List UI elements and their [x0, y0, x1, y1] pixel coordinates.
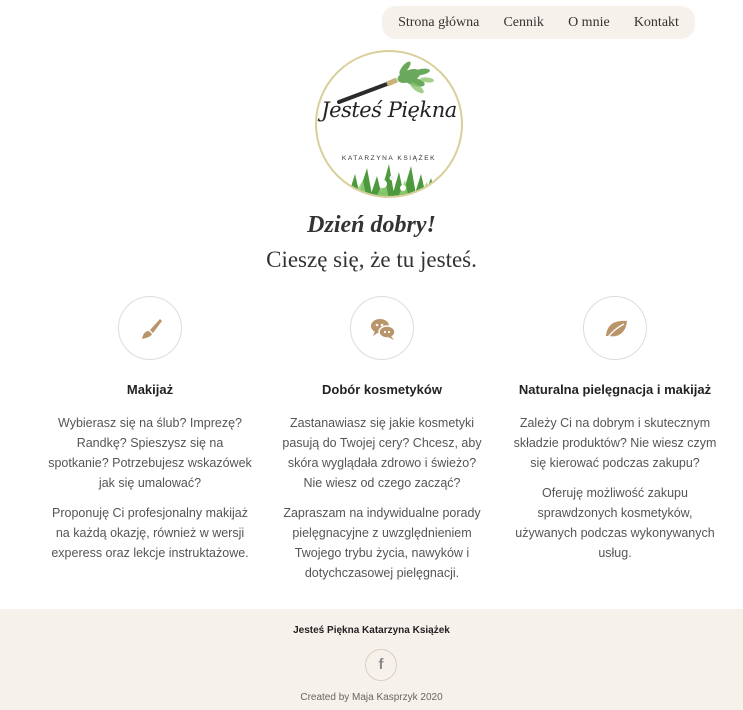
service-text: Oferuję możliwość zakupu sprawdzonych ko…: [515, 486, 715, 560]
footer: Jesteś Piękna Katarzyna Książek f Create…: [0, 609, 743, 710]
service-icon-circle: [583, 296, 647, 360]
logo[interactable]: Jesteś Piękna KATARZYNA KSIĄŻEK: [315, 50, 463, 198]
tagline: Cieszę się, że tu jesteś.: [266, 247, 477, 272]
greeting-heading: Dzień dobry!: [307, 212, 436, 238]
service-icon-circle: [118, 296, 182, 360]
nav-item-pricing[interactable]: Cennik: [503, 15, 543, 31]
service-makeup: Makijaż Wybierasz się na ślub? Imprezę? …: [45, 296, 255, 573]
service-natural-care: Naturalna pielęgnacja i makijaż Zależy C…: [510, 296, 720, 573]
footer-credit: Created by Maja Kasprzyk 2020: [300, 692, 443, 703]
service-text: Zależy Ci na dobrym i skutecznym składzi…: [513, 416, 717, 470]
nav-item-home[interactable]: Strona główna: [398, 15, 479, 31]
service-text: Zastanawiasz się jakie kosmetyki pasują …: [282, 416, 482, 490]
service-title: Makijaż: [126, 382, 174, 397]
service-text: Wybierasz się na ślub? Imprezę? Randkę? …: [48, 416, 252, 490]
service-cosmetics: Dobór kosmetyków Zastanawiasz się jakie …: [277, 296, 487, 593]
service-text: Proponuję Ci profesjonalny makijaż na ka…: [51, 506, 249, 560]
logo-subtitle: KATARZYNA KSIĄŻEK: [341, 155, 437, 162]
service-title: Naturalna pielęgnacja i makijaż: [518, 382, 712, 397]
service-title: Dobór kosmetyków: [322, 382, 442, 397]
main-nav: Strona główna Cennik O mnie Kontakt: [382, 6, 695, 39]
leaf-icon: [606, 320, 627, 338]
chat-bubbles-icon: [371, 319, 396, 340]
footer-title: Jesteś Piękna Katarzyna Książek: [293, 625, 450, 636]
service-text: Zapraszam na indywidualne porady pielęgn…: [283, 506, 481, 580]
nav-item-contact[interactable]: Kontakt: [634, 15, 679, 31]
logo-illustration: [337, 61, 436, 196]
logo-script-text: Jesteś Piękna: [321, 98, 457, 122]
service-icon-circle: [350, 296, 414, 360]
facebook-icon[interactable]: f: [365, 649, 397, 681]
nav-item-about[interactable]: O mnie: [568, 15, 610, 31]
brush-icon: [142, 319, 162, 339]
